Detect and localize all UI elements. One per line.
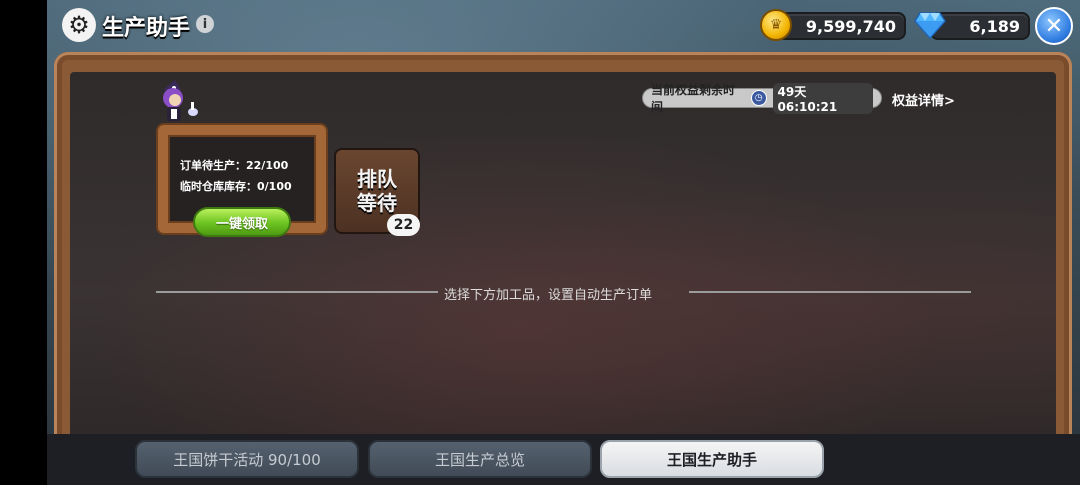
- page-title: 生产助手: [102, 16, 191, 41]
- rights-label: 当前权益剩余时间: [651, 83, 736, 114]
- diamond-icon: [914, 12, 946, 39]
- claim-all-button[interactable]: 一键领取: [193, 207, 291, 237]
- coin-amount: 9,599,740: [805, 16, 896, 36]
- temp-storage-text: 临时仓库库存：0/100: [180, 180, 292, 193]
- rights-details-link[interactable]: 权益详情>: [892, 90, 955, 109]
- clock-icon: ◷: [750, 90, 767, 106]
- rights-timer: 当前权益剩余时间 ◷ 49天 06:10:21: [642, 82, 882, 114]
- rights-remaining: 49天 06:10:21: [772, 82, 874, 114]
- queue-line2: 等待: [357, 191, 397, 215]
- queue-line1: 排队: [357, 167, 397, 191]
- info-icon[interactable]: i: [196, 15, 214, 33]
- gem-amount: 6,189: [969, 16, 1020, 36]
- tab-production-assistant[interactable]: 王国生产助手: [600, 440, 824, 478]
- hint-text: 选择下方加工品，设置自动生产订单: [444, 288, 653, 303]
- close-button[interactable]: ✕: [1035, 7, 1073, 45]
- queue-count-badge: 22: [387, 214, 420, 236]
- pending-orders-text: 订单待生产：22/100: [180, 159, 289, 172]
- cookie-character-icon: [163, 80, 198, 121]
- gear-icon[interactable]: ⚙: [62, 8, 96, 42]
- crown-coin-icon: ♛: [760, 9, 792, 41]
- tab-cookie-event[interactable]: 王国饼干活动 90/100: [135, 440, 359, 478]
- coin-balance: 9,599,740: [776, 12, 906, 40]
- tab-production-overview[interactable]: 王国生产总览: [368, 440, 592, 478]
- divider-left: [156, 291, 438, 293]
- divider-right: [689, 291, 971, 293]
